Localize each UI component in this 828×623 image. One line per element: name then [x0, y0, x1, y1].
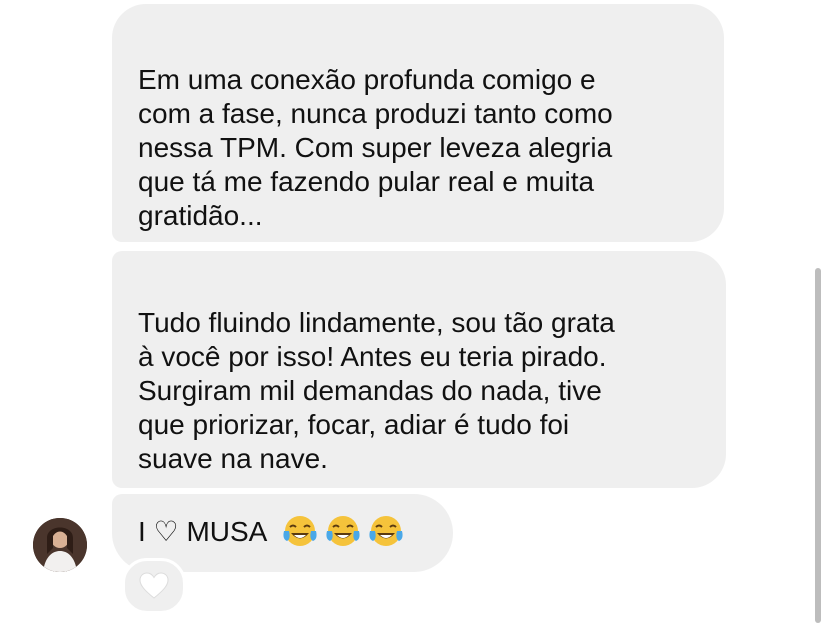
face-with-tears-of-joy-icon: [326, 516, 360, 546]
heart-icon: [139, 572, 169, 599]
chat-thread: Em uma conexão profunda comigo e com a f…: [0, 0, 828, 623]
reaction-badge[interactable]: [122, 558, 186, 614]
message-bubble[interactable]: Tudo fluindo lindamente, sou tão grata à…: [112, 251, 726, 488]
face-with-tears-of-joy-icon: [283, 516, 317, 546]
scrollbar[interactable]: [815, 268, 821, 623]
message-text: I ♡ MUSA: [138, 516, 268, 547]
face-with-tears-of-joy-icon: [369, 516, 403, 546]
message-text: Em uma conexão profunda comigo e com a f…: [138, 64, 613, 231]
message-text: Tudo fluindo lindamente, sou tão grata à…: [138, 307, 615, 474]
message-bubble[interactable]: Em uma conexão profunda comigo e com a f…: [112, 4, 724, 242]
sender-avatar[interactable]: [33, 518, 87, 572]
avatar-photo-icon: [33, 518, 87, 572]
